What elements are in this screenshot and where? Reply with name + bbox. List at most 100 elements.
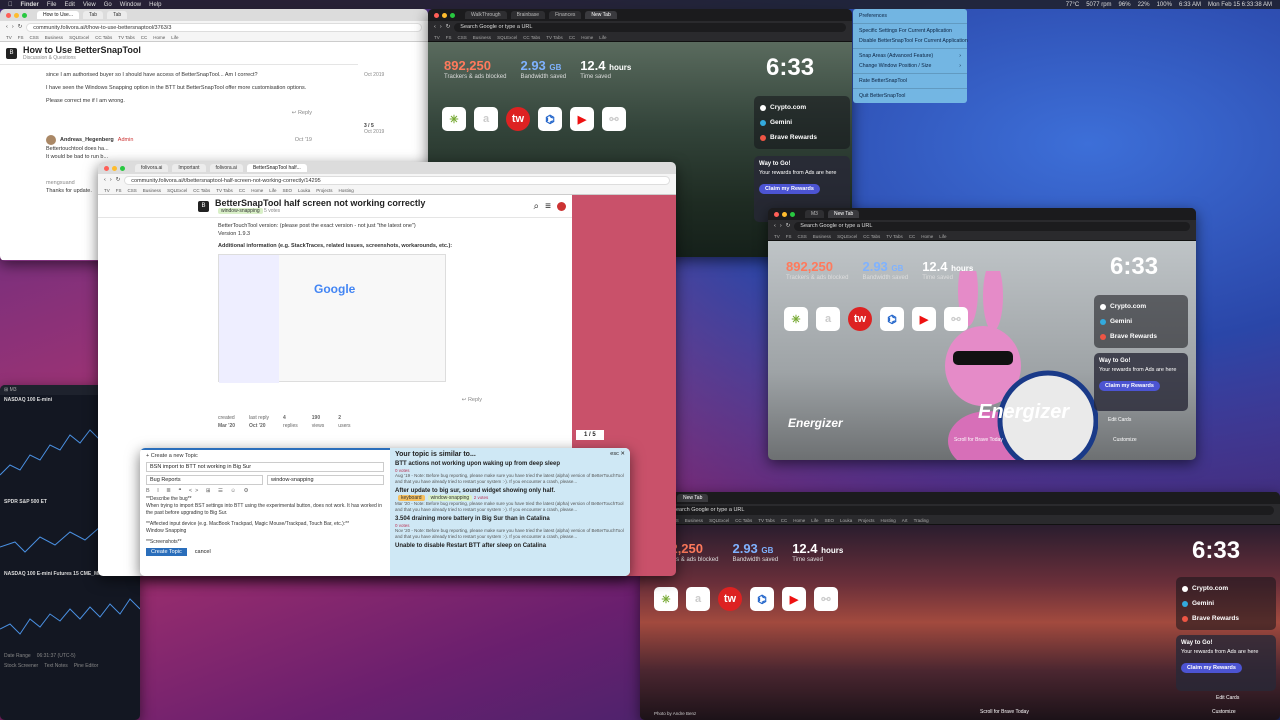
youtube-tile[interactable]: ▶ <box>782 587 806 611</box>
text-notes-tab[interactable]: Text Notes <box>44 663 68 669</box>
bookmark[interactable]: Home <box>581 35 593 40</box>
reply-button[interactable]: ↩ Reply <box>46 109 312 117</box>
bookmark[interactable]: TV Tabs <box>216 188 232 193</box>
slack-tile[interactable]: ✳ <box>442 107 466 131</box>
tab[interactable]: Brainbase <box>510 11 546 19</box>
bookmark[interactable]: SQLExcel <box>497 35 517 40</box>
tab[interactable]: Finances <box>549 11 582 19</box>
topic-category[interactable]: Discussion & Questions <box>23 55 141 61</box>
menu-change-window[interactable]: Change Window Position / Size › <box>853 61 967 71</box>
battery-percent[interactable]: 100% <box>1157 2 1172 8</box>
bookmark[interactable]: SQLExcel <box>69 35 89 40</box>
topic-title[interactable]: How to Use BetterSnapTool <box>23 45 141 55</box>
cpu-temp[interactable]: 77°C <box>1066 2 1079 8</box>
tab[interactable]: Important <box>172 164 206 172</box>
photo-credit[interactable]: Photo by Andre Benz <box>654 711 696 716</box>
amazon-tile[interactable]: a <box>816 307 840 331</box>
url-field[interactable]: community.folivora.ai/t/how-to-use-bette… <box>26 22 422 32</box>
bookmark[interactable]: Louka <box>298 188 310 193</box>
bookmark[interactable]: Life <box>269 188 276 193</box>
menu-rate[interactable]: Rate BetterSnapTool <box>853 76 967 86</box>
search-field[interactable]: Search Google or type a URL <box>454 22 846 32</box>
forward-icon[interactable]: › <box>780 223 782 229</box>
back-icon[interactable]: ‹ <box>104 177 106 183</box>
post-username[interactable]: Andreas_Hegenberg <box>60 136 114 144</box>
tab[interactable]: Tab <box>107 11 128 19</box>
reload-icon[interactable]: ↻ <box>116 177 121 183</box>
forward-icon[interactable]: › <box>110 177 112 183</box>
tab[interactable]: WalkThrough <box>465 11 507 19</box>
site-logo[interactable]: B <box>6 47 17 59</box>
slack-tile[interactable]: ✳ <box>654 587 678 611</box>
menu-disable-app[interactable]: Disable BetterSnapTool For Current Appli… <box>853 36 968 46</box>
crypto-com-card[interactable]: Crypto.com <box>1098 299 1184 314</box>
bookmark[interactable]: Business <box>685 518 703 523</box>
similar-topic[interactable]: BTT actions not working upon waking up f… <box>395 461 625 467</box>
menu-window[interactable]: Window <box>120 2 141 8</box>
bookmark[interactable]: TV <box>104 188 110 193</box>
pine-editor-tab[interactable]: Pine Editor <box>74 663 98 669</box>
bookmark[interactable]: Home <box>793 518 805 523</box>
zoom-icon[interactable] <box>450 12 455 18</box>
crypto-com-card[interactable]: Crypto.com <box>758 100 846 115</box>
bookmark[interactable]: Trading <box>914 518 929 523</box>
tab-new[interactable]: New Tab <box>677 494 709 502</box>
youtube-tile[interactable]: ▶ <box>570 107 594 131</box>
bookmark[interactable]: Life <box>599 35 606 40</box>
youtube-tile[interactable]: ▶ <box>912 307 936 331</box>
date-range-tab[interactable]: Date Range <box>4 653 31 659</box>
brave-rewards-card[interactable]: Brave Rewards <box>1180 611 1272 626</box>
bookmark[interactable]: FS <box>786 234 792 239</box>
hamburger-icon[interactable]: ≡ <box>545 201 551 212</box>
close-similar-button[interactable]: esc ✕ <box>610 451 625 458</box>
menu-time[interactable]: 6:33 AM <box>1179 2 1201 8</box>
gemini-card[interactable]: Gemini <box>758 115 846 130</box>
amazon-tile[interactable]: a <box>474 107 498 131</box>
bookmark[interactable]: TV Tabs <box>886 234 902 239</box>
url-field[interactable]: community.folivora.ai/t/bettersnaptool-h… <box>124 175 670 185</box>
site-tile[interactable]: ⚯ <box>602 107 626 131</box>
claim-rewards-button[interactable]: Claim my Rewards <box>1099 381 1160 391</box>
bookmark[interactable]: SQLExcel <box>709 518 729 523</box>
bookmark[interactable]: CSS <box>798 234 807 239</box>
bookmark[interactable]: CC Tabs <box>95 35 112 40</box>
bookmark[interactable]: CC <box>781 518 788 523</box>
back-icon[interactable]: ‹ <box>434 24 436 30</box>
fan-speed[interactable]: 5077 rpm <box>1086 2 1111 8</box>
chase-tile[interactable]: ⌬ <box>538 107 562 131</box>
site-logo[interactable]: B <box>198 200 209 212</box>
apple-icon[interactable]:  <box>8 2 13 8</box>
similar-topic[interactable]: 3.504 draining more battery in Big Sur t… <box>395 516 625 522</box>
menu-help[interactable]: Help <box>149 2 161 8</box>
timeline-counter[interactable]: 1 / 5 <box>576 430 604 440</box>
menu-go[interactable]: Go <box>104 2 112 8</box>
claim-rewards-button[interactable]: Claim my Rewards <box>759 184 820 194</box>
tag-select[interactable]: window-snapping <box>267 475 384 485</box>
bookmark[interactable]: Hosting <box>881 518 896 523</box>
bookmark[interactable]: SQLExcel <box>167 188 187 193</box>
scroll-brave-today[interactable]: Scroll for Brave Today <box>980 709 1029 715</box>
site-tile[interactable]: ⚯ <box>814 587 838 611</box>
tab-active[interactable]: How to Use... <box>37 11 80 19</box>
topic-tag[interactable]: window-snapping <box>218 208 263 214</box>
close-icon[interactable] <box>6 12 11 18</box>
menu-view[interactable]: View <box>83 2 96 8</box>
bookmark[interactable]: Home <box>251 188 263 193</box>
menu-file[interactable]: File <box>47 2 57 8</box>
edit-cards-button[interactable]: Edit Cards <box>1216 695 1239 701</box>
bookmark[interactable]: TV <box>6 35 12 40</box>
bookmark[interactable]: Life <box>939 234 946 239</box>
close-icon[interactable] <box>434 12 439 18</box>
site-tile[interactable]: ⚯ <box>944 307 968 331</box>
create-topic-button[interactable]: Create Topic <box>146 548 187 556</box>
tw-tile[interactable]: tw <box>718 587 742 611</box>
search-field[interactable]: Search Google or type a URL <box>794 221 1190 231</box>
topic-title[interactable]: BetterSnapTool half screen not working c… <box>215 198 425 208</box>
bookmark[interactable]: Projects <box>858 518 874 523</box>
menu-preferences[interactable]: Preferences <box>853 11 967 21</box>
memory-usage[interactable]: 22% <box>1138 2 1150 8</box>
back-icon[interactable]: ‹ <box>774 223 776 229</box>
stock-screener-tab[interactable]: Stock Screener <box>4 663 38 669</box>
bookmark[interactable]: CSS <box>458 35 467 40</box>
menu-edit[interactable]: Edit <box>65 2 75 8</box>
